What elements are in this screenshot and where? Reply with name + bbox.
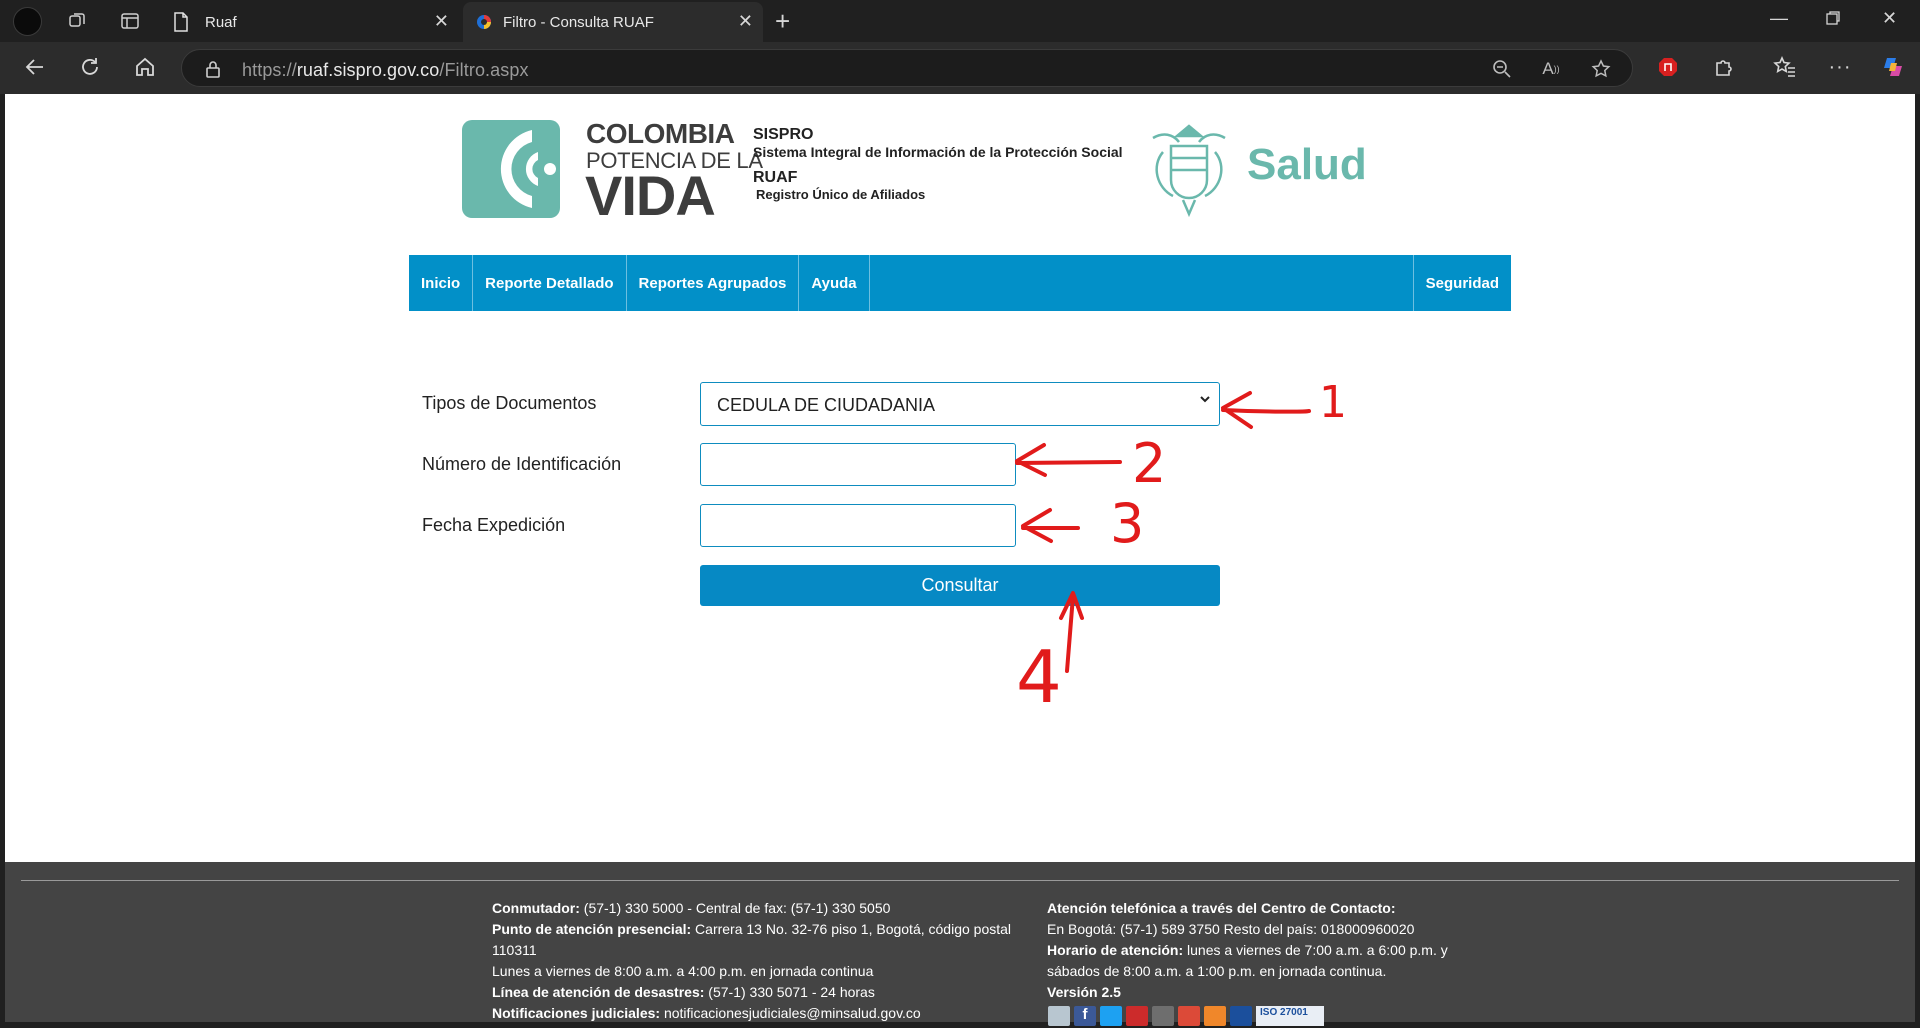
google-plus-icon[interactable]	[1178, 1006, 1200, 1026]
doc-type-value: CEDULA DE CIUDADANIA	[717, 395, 936, 415]
footer-divider	[21, 880, 1899, 881]
annotation-number-3: 3	[1110, 492, 1145, 555]
iso-badge: ISO 27001	[1256, 1006, 1324, 1026]
footer: Conmutador: (57-1) 330 5000 - Central de…	[5, 862, 1915, 1026]
more-icon[interactable]: ···	[1827, 54, 1853, 80]
workspaces-icon[interactable]	[65, 10, 89, 32]
arrow-1	[1221, 408, 1311, 414]
arrow-3-head	[1021, 508, 1053, 543]
lock-icon[interactable]	[202, 58, 224, 80]
refresh-icon[interactable]	[77, 54, 103, 80]
browser-window: Ruaf ✕ Filtro - Consulta RUAF ✕ + — ✕ ht…	[0, 0, 1920, 1026]
header-logos: COLOMBIA POTENCIA DE LA VIDA SISPRO Sist…	[457, 118, 1367, 224]
tab-filtro-consulta[interactable]: Filtro - Consulta RUAF ✕	[463, 2, 763, 42]
arrow-2-head	[1015, 443, 1047, 477]
colombia-logo-line1: COLOMBIA	[586, 118, 735, 149]
menu-item-reporte-detallado[interactable]: Reporte Detallado	[473, 255, 627, 311]
new-tab-icon[interactable]: +	[775, 6, 790, 37]
annotation-number-1: 1	[1319, 377, 1347, 428]
page-icon	[173, 12, 189, 36]
zoom-out-icon[interactable]	[1491, 58, 1513, 80]
back-icon[interactable]	[22, 54, 48, 80]
extensions-icon[interactable]	[1711, 54, 1737, 80]
copilot-icon[interactable]	[1880, 54, 1906, 80]
arrow-1-head	[1221, 391, 1253, 429]
read-aloud-icon[interactable]: A))	[1540, 58, 1562, 80]
close-icon[interactable]: ✕	[434, 11, 449, 32]
footer-left-column: Conmutador: (57-1) 330 5000 - Central de…	[492, 900, 1012, 1021]
footer-right-column: Atención telefónica a través del Centro …	[1047, 900, 1448, 1000]
print-icon[interactable]	[1048, 1006, 1070, 1026]
expedition-date-label: Fecha Expedición	[422, 515, 566, 535]
doc-type-label: Tipos de Documentos	[422, 393, 597, 413]
minimize-icon[interactable]: —	[1770, 8, 1788, 29]
check-icon[interactable]	[1230, 1006, 1252, 1026]
colombia-logo-line3: VIDA	[585, 164, 716, 227]
menu-item-inicio[interactable]: Inicio	[409, 255, 474, 311]
expedition-date-input[interactable]	[700, 504, 1016, 547]
id-number-label: Número de Identificación	[422, 454, 622, 474]
adblock-icon[interactable]	[1655, 54, 1681, 80]
consultar-button[interactable]: Consultar	[700, 565, 1220, 606]
restore-icon[interactable]	[1825, 10, 1841, 31]
salud-logo-text: Salud	[1247, 140, 1367, 189]
ruaf-subtitle: Registro Único de Afiliados	[756, 187, 926, 202]
annotation-number-4: 4	[1016, 635, 1062, 719]
arrow-4	[1065, 594, 1075, 673]
coat-of-arms-icon	[1143, 118, 1235, 218]
twitter-icon[interactable]	[1100, 1006, 1122, 1026]
colombia-logo-icon	[462, 120, 560, 218]
favorites-icon[interactable]	[1772, 54, 1798, 80]
close-window-icon[interactable]: ✕	[1882, 8, 1897, 29]
profile-icon[interactable]	[13, 7, 42, 36]
menu-item-ayuda[interactable]: Ayuda	[799, 255, 870, 311]
menu-item-reportes-agrupados[interactable]: Reportes Agrupados	[627, 255, 800, 311]
sispro-title: SISPRO	[753, 126, 814, 143]
doc-type-select[interactable]: CEDULA DE CIUDADANIA	[700, 382, 1220, 426]
tab-label: Ruaf	[205, 14, 237, 31]
tab-ruaf[interactable]: Ruaf ✕	[163, 2, 459, 42]
tab-label: Filtro - Consulta RUAF	[503, 14, 654, 31]
main-menu: Inicio Reporte Detallado Reportes Agrupa…	[409, 255, 1511, 311]
menu-item-seguridad[interactable]: Seguridad	[1412, 255, 1511, 311]
edge-icon	[475, 13, 493, 35]
facebook-icon[interactable]: f	[1074, 1006, 1096, 1026]
url-text: https://ruaf.sispro.gov.co/Filtro.aspx	[242, 60, 529, 80]
tab-bar: Ruaf ✕ Filtro - Consulta RUAF ✕ + — ✕	[0, 0, 1920, 42]
annotation-number-2: 2	[1132, 432, 1167, 495]
favorite-icon[interactable]	[1590, 58, 1612, 80]
tab-actions-icon[interactable]	[118, 10, 142, 32]
rss-icon[interactable]	[1204, 1006, 1226, 1026]
page-content: COLOMBIA POTENCIA DE LA VIDA SISPRO Sist…	[5, 94, 1915, 862]
home-icon[interactable]	[132, 54, 158, 80]
social-links: f ISO 27001	[1048, 1006, 1324, 1028]
youtube-icon[interactable]	[1126, 1006, 1148, 1026]
close-icon[interactable]: ✕	[738, 11, 753, 32]
id-number-input[interactable]	[700, 443, 1016, 486]
arrow-2	[1015, 460, 1122, 465]
chevron-down-icon	[1199, 393, 1211, 408]
ruaf-title: RUAF	[753, 169, 798, 186]
url-bar[interactable]: https://ruaf.sispro.gov.co/Filtro.aspx A…	[181, 49, 1633, 87]
address-bar: https://ruaf.sispro.gov.co/Filtro.aspx A…	[0, 42, 1920, 94]
sispro-subtitle: Sistema Integral de Información de la Pr…	[753, 144, 1123, 160]
instagram-icon[interactable]	[1152, 1006, 1174, 1026]
